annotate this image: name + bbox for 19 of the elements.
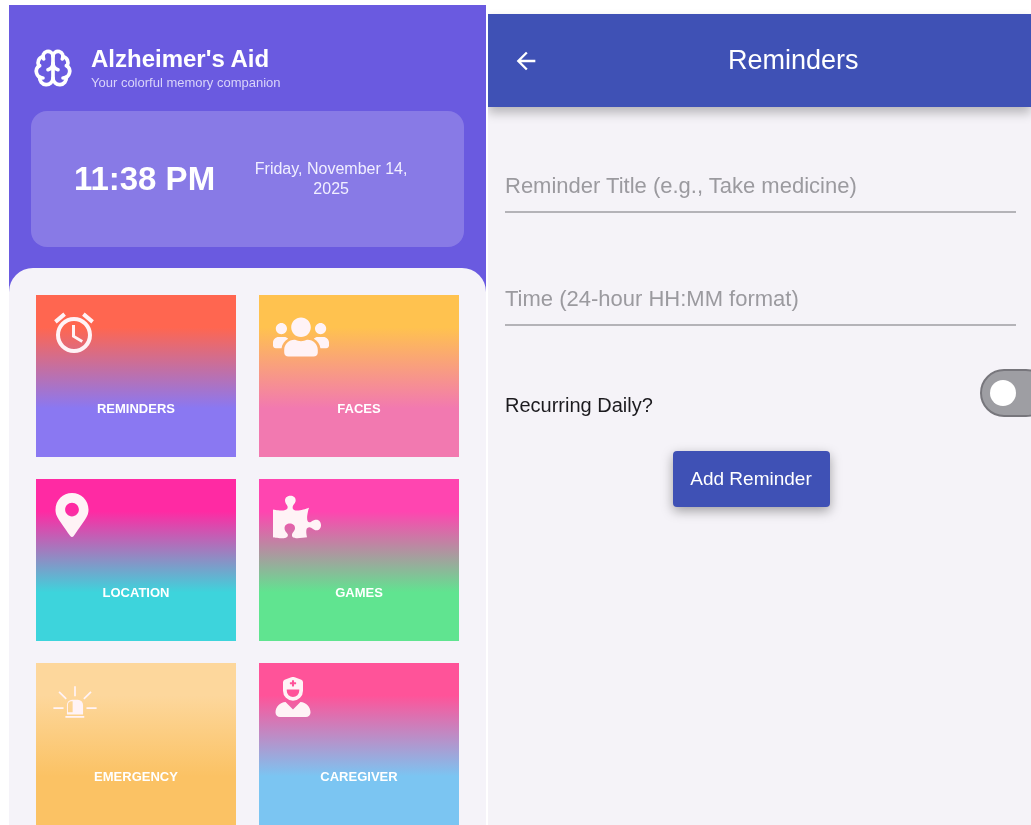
text-field[interactable]: Reminder Title (e.g., Take medicine) [505,169,1016,213]
clock-date: Friday, November 14, 2025 [253,158,409,199]
screen-title: Reminders [728,45,859,76]
feature-tile[interactable]: EMERGENCY [36,663,236,825]
nurse-icon [273,677,313,717]
clock-time: 11:38 PM [73,159,216,198]
feature-tile[interactable]: LOCATION [36,479,236,641]
feature-tile[interactable]: GAMES [259,479,459,641]
app-subtitle: Your colorful memory companion [91,75,281,91]
feature-tile[interactable]: REMINDERS [36,295,236,457]
recurring-label: Recurring Daily? [505,393,653,417]
brain-icon [33,47,73,88]
text-field[interactable]: Time (24-hour HH:MM format) [505,282,1016,326]
app-title: Alzheimer's Aid [91,45,271,74]
feature-tile[interactable]: FACES [259,295,459,457]
add-reminder-button[interactable]: Add Reminder [672,451,830,507]
recurring-switch[interactable] [980,369,1031,417]
feature-tile[interactable]: CAREGIVER [259,663,459,825]
puzzle-piece-icon [273,493,321,541]
